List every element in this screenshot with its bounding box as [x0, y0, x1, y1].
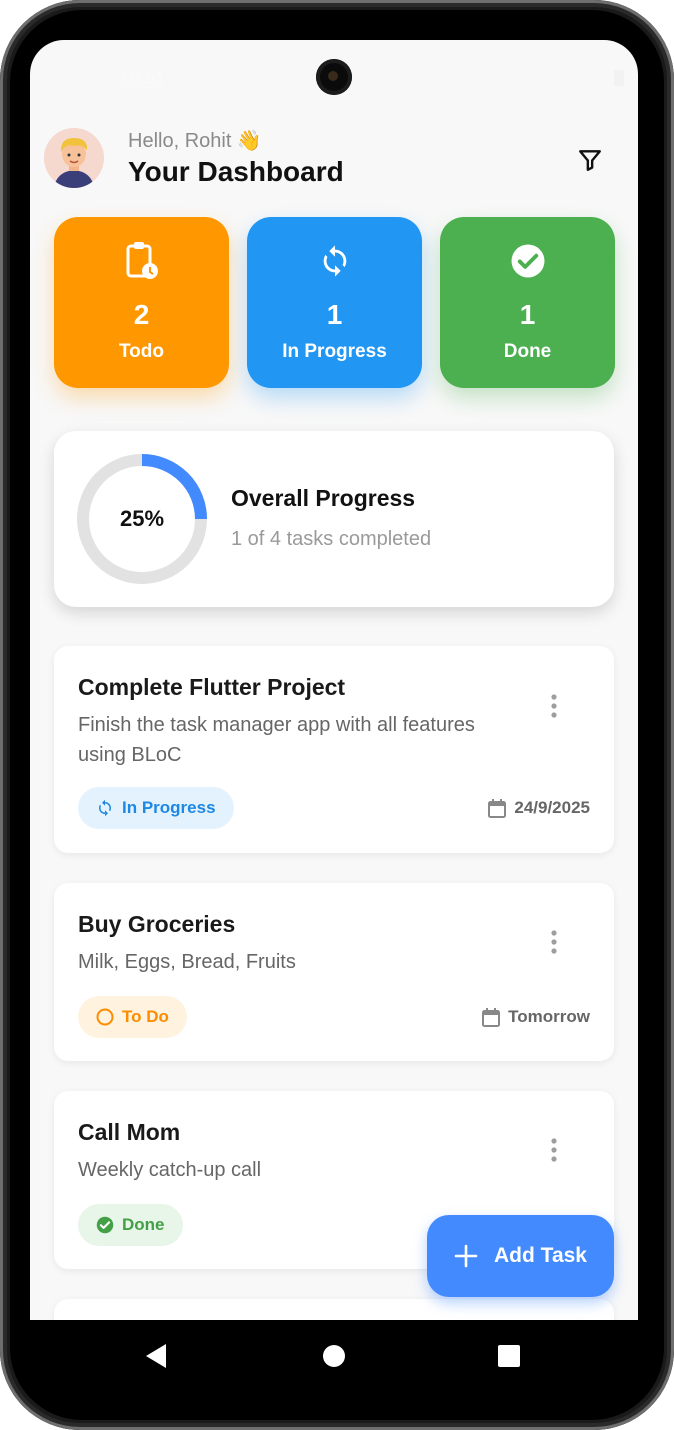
plus-icon: [454, 1244, 478, 1268]
home-button[interactable]: [318, 1340, 350, 1372]
task-menu-button[interactable]: [544, 927, 564, 957]
in-progress-label: In Progress: [282, 341, 387, 362]
todo-label: Todo: [118, 341, 164, 362]
check-circle-icon: [96, 1216, 114, 1234]
circle-outline-icon: [96, 1008, 114, 1026]
progress-title: Overall Progress: [231, 485, 416, 511]
sync-icon: [99, 799, 111, 817]
task-description: Finish the task manager app with all fea…: [78, 714, 475, 766]
status-time: 10:51: [120, 68, 166, 88]
status-label: To Do: [122, 1007, 169, 1026]
task-card[interactable]: Buy Groceries Milk, Eggs, Bread, Fruits …: [54, 883, 614, 1061]
status-label: In Progress: [122, 798, 216, 817]
more-vert-icon: [551, 1138, 557, 1162]
add-task-label: Add Task: [494, 1244, 587, 1267]
task-title: Call Mom: [78, 1119, 181, 1145]
todo-count: 2: [133, 299, 150, 330]
task-description: Weekly catch-up call: [78, 1159, 262, 1181]
more-vert-icon: [551, 694, 557, 718]
task-description: Milk, Eggs, Bread, Fruits: [78, 951, 296, 973]
greeting-text: Hello, Rohit 👋: [128, 130, 262, 152]
back-button[interactable]: [140, 1340, 172, 1372]
overall-progress-card: 25% Overall Progress 1 of 4 tasks comple…: [54, 431, 614, 607]
progress-percent: 25%: [119, 506, 165, 531]
filter-button[interactable]: [570, 140, 610, 180]
system-nav-bar: [30, 1320, 638, 1392]
recents-icon: [498, 1345, 520, 1367]
task-title: Buy Groceries: [78, 911, 236, 937]
recents-button[interactable]: [493, 1340, 525, 1372]
due-date: 24/9/2025: [488, 798, 590, 818]
page-title: Your Dashboard: [128, 156, 344, 187]
calendar-icon: [482, 1007, 501, 1027]
in-progress-count: 1: [326, 299, 343, 330]
filter-icon: [579, 150, 601, 171]
status-badge: In Progress: [78, 787, 234, 829]
front-camera: [316, 59, 352, 95]
task-card[interactable]: [54, 1299, 614, 1320]
stat-card-done[interactable]: 1 Done: [440, 217, 615, 388]
sync-icon: [247, 239, 422, 283]
check-circle-icon: [440, 239, 615, 283]
stat-card-todo[interactable]: 2 Todo: [54, 217, 229, 388]
task-menu-button[interactable]: [544, 691, 564, 721]
due-date-label: Tomorrow: [508, 1007, 590, 1026]
more-vert-icon: [551, 930, 557, 954]
status-label: Done: [122, 1215, 165, 1234]
task-card[interactable]: Complete Flutter Project Finish the task…: [54, 646, 614, 853]
avatar[interactable]: [44, 128, 104, 188]
done-label: Done: [503, 341, 552, 362]
done-count: 1: [519, 299, 536, 330]
back-icon: [146, 1344, 166, 1368]
progress-subtitle: 1 of 4 tasks completed: [231, 528, 432, 550]
status-badge: To Do: [78, 996, 187, 1038]
add-task-button[interactable]: Add Task: [427, 1215, 614, 1297]
clipboard-clock-icon: [54, 239, 229, 283]
task-title: Complete Flutter Project: [78, 674, 346, 700]
battery-icon: [614, 70, 624, 86]
status-badge: Done: [78, 1204, 183, 1246]
home-icon: [323, 1345, 345, 1367]
task-menu-button[interactable]: [544, 1135, 564, 1165]
due-date-label: 24/9/2025: [514, 798, 590, 817]
stat-card-in-progress[interactable]: 1 In Progress: [247, 217, 422, 388]
due-date: Tomorrow: [482, 1007, 590, 1027]
calendar-icon: [488, 798, 507, 818]
app-screen: 10:51 Hello, Rohit 👋 Your Dashboard 2 To…: [30, 40, 638, 1320]
